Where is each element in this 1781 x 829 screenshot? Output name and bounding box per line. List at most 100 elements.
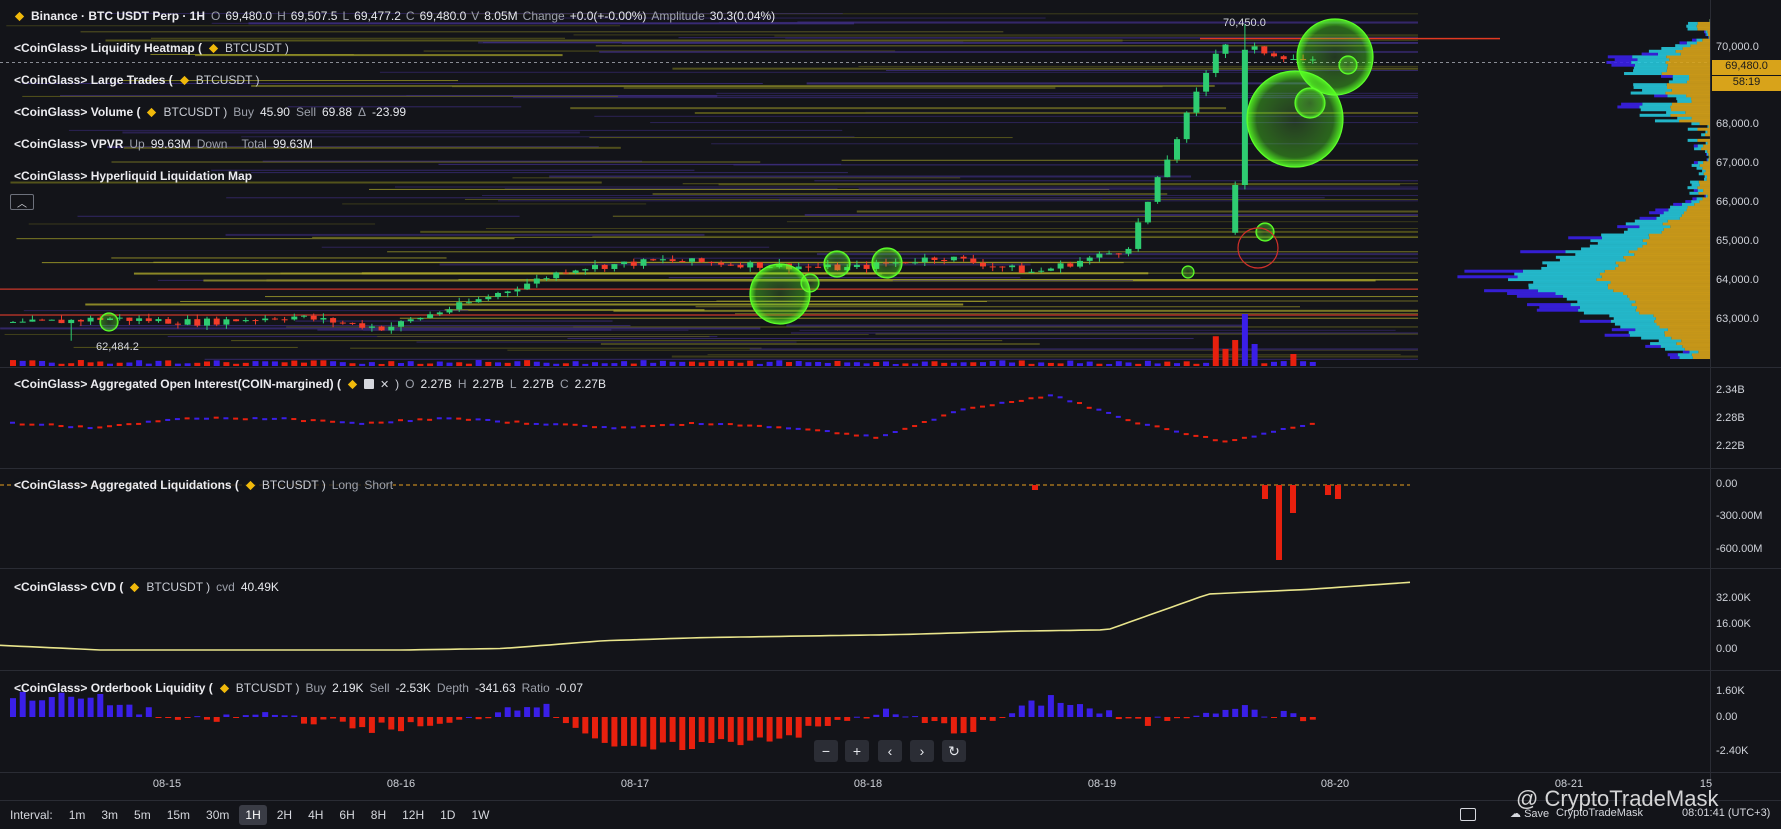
- zoom-in-button[interactable]: +: [845, 740, 869, 762]
- volume-bar: [369, 362, 375, 366]
- volume-bar: [1009, 362, 1015, 366]
- volume-bar: [835, 361, 841, 366]
- interval-3m-button[interactable]: 3m: [95, 805, 124, 825]
- heatmap-band: [458, 279, 1418, 280]
- vpvr-bar: [1667, 69, 1710, 72]
- close-icon[interactable]: ✕: [380, 378, 389, 391]
- vpvr-bar: [1683, 350, 1689, 353]
- interval-6h-button[interactable]: 6H: [333, 805, 360, 825]
- interval-4h-button[interactable]: 4H: [302, 805, 329, 825]
- interval-12h-button[interactable]: 12H: [396, 805, 430, 825]
- vpvr-bar: [1637, 306, 1710, 309]
- vpvr-bar: [1661, 47, 1682, 50]
- vpvr-bar: [1612, 328, 1635, 331]
- heatmap-band: [733, 164, 1418, 165]
- vpvr-bar: [1664, 228, 1710, 231]
- interval-1m-button[interactable]: 1m: [63, 805, 92, 825]
- interval-15m-button[interactable]: 15m: [161, 805, 196, 825]
- symbol-legend[interactable]: Binance · BTC USDT Perp · 1H O69,480.0H6…: [14, 9, 775, 23]
- legend-large-trades[interactable]: <CoinGlass> Large Trades ( BTCUSDT ): [14, 73, 260, 87]
- vpvr-bar: [1673, 203, 1682, 206]
- candle-body: [708, 262, 714, 263]
- interval-30m-button[interactable]: 30m: [200, 805, 235, 825]
- legend-liquidity-heatmap[interactable]: <CoinGlass> Liquidity Heatmap ( BTCUSDT …: [14, 41, 289, 55]
- volume-bar: [388, 361, 394, 366]
- interval-1h-button[interactable]: 1H: [239, 805, 266, 825]
- legend-orderbook-liquidity[interactable]: <CoinGlass> Orderbook Liquidity ( BTCUSD…: [14, 681, 583, 695]
- vpvr-bar: [1694, 189, 1698, 192]
- legend-volume[interactable]: <CoinGlass> Volume ( BTCUSDT ) Buy 45.90…: [14, 105, 406, 119]
- orderbook-bar: [922, 717, 928, 723]
- vpvr-bar: [1689, 78, 1710, 81]
- orderbook-bar: [117, 705, 123, 717]
- oi-segment: [68, 426, 73, 428]
- vpvr-bar: [1631, 61, 1666, 64]
- candle-body: [864, 265, 870, 269]
- chart-canvas[interactable]: [0, 0, 1781, 800]
- legend-cvd[interactable]: <CoinGlass> CVD ( BTCUSDT ) cvd 40.49K: [14, 580, 279, 594]
- vpvr-bar: [1667, 83, 1710, 86]
- liquidation-bar: [1032, 485, 1038, 490]
- pane-divider[interactable]: [0, 468, 1781, 469]
- candle-body: [272, 319, 278, 320]
- oi-segment: [311, 419, 316, 421]
- legend-vpvr[interactable]: <CoinGlass> VPVR Up 99.63M Down Total 99…: [14, 137, 313, 151]
- heatmap-band: [842, 160, 1418, 161]
- vpvr-bar: [1668, 64, 1710, 67]
- vpvr-bar: [1704, 178, 1707, 181]
- collapse-legend-button[interactable]: ︿: [10, 194, 34, 210]
- heatmap-band: [875, 334, 1418, 335]
- vpvr-bar: [1541, 267, 1615, 270]
- legend-hyperliquid-map[interactable]: <CoinGlass> Hyperliquid Liquidation Map: [14, 169, 252, 183]
- candle-body: [1271, 53, 1277, 56]
- vpvr-bar: [1565, 250, 1628, 253]
- vpvr-bar: [1671, 337, 1710, 340]
- legend-open-interest[interactable]: <CoinGlass> Aggregated Open Interest(COI…: [14, 377, 606, 391]
- interval-8h-button[interactable]: 8H: [365, 805, 392, 825]
- vpvr-bar: [1555, 292, 1623, 295]
- vpvr-bar: [1706, 33, 1708, 36]
- pane-divider[interactable]: [0, 367, 1781, 368]
- vpvr-bar: [1665, 92, 1710, 95]
- orderbook-bar: [398, 717, 404, 731]
- vpvr-bar: [1689, 75, 1710, 78]
- oi-segment: [796, 428, 801, 430]
- volume-bar: [175, 364, 181, 366]
- settings-icon[interactable]: [364, 379, 374, 389]
- vpvr-bar: [1613, 289, 1710, 292]
- scroll-left-button[interactable]: ‹: [878, 740, 902, 762]
- legend-liquidations[interactable]: <CoinGlass> Aggregated Liquidations ( BT…: [14, 478, 393, 492]
- liquidation-level: [0, 314, 1418, 316]
- vpvr-bar: [1688, 128, 1698, 131]
- volume-bar: [29, 360, 35, 366]
- heatmap-band: [570, 107, 1226, 109]
- binance-icon: [208, 43, 219, 54]
- interval-1d-button[interactable]: 1D: [434, 805, 461, 825]
- oi-segment: [611, 427, 616, 429]
- pane-divider[interactable]: [0, 670, 1781, 671]
- bottom-toolbar: Interval: 1m3m5m15m30m1H2H4H6H8H12H1D1W …: [0, 800, 1781, 829]
- interval-1w-button[interactable]: 1W: [465, 805, 495, 825]
- liq-tick: -600.00M: [1716, 543, 1762, 555]
- zoom-out-button[interactable]: −: [814, 740, 838, 762]
- vpvr-bar: [1677, 100, 1691, 103]
- binance-icon: [129, 582, 140, 593]
- vpvr-bar: [1663, 222, 1710, 225]
- interval-2h-button[interactable]: 2H: [271, 805, 298, 825]
- vpvr-bar: [1656, 217, 1679, 220]
- orderbook-bar: [1145, 717, 1151, 726]
- vpvr-bar: [1637, 58, 1669, 61]
- pane-divider[interactable]: [0, 568, 1781, 569]
- vpvr-bar: [1655, 119, 1679, 122]
- interval-5m-button[interactable]: 5m: [128, 805, 157, 825]
- vpvr-bar: [1699, 172, 1704, 175]
- ohlc-value: 69,480.0: [225, 9, 272, 23]
- oi-segment: [912, 425, 917, 427]
- vpvr-bar: [1658, 53, 1681, 56]
- heatmap-band: [669, 277, 1021, 278]
- reset-chart-button[interactable]: ↻: [942, 740, 966, 762]
- orderbook-bar: [1223, 710, 1229, 717]
- vpvr-bar: [1628, 228, 1664, 231]
- screenshot-icon[interactable]: [1460, 808, 1476, 821]
- scroll-right-button[interactable]: ›: [910, 740, 934, 762]
